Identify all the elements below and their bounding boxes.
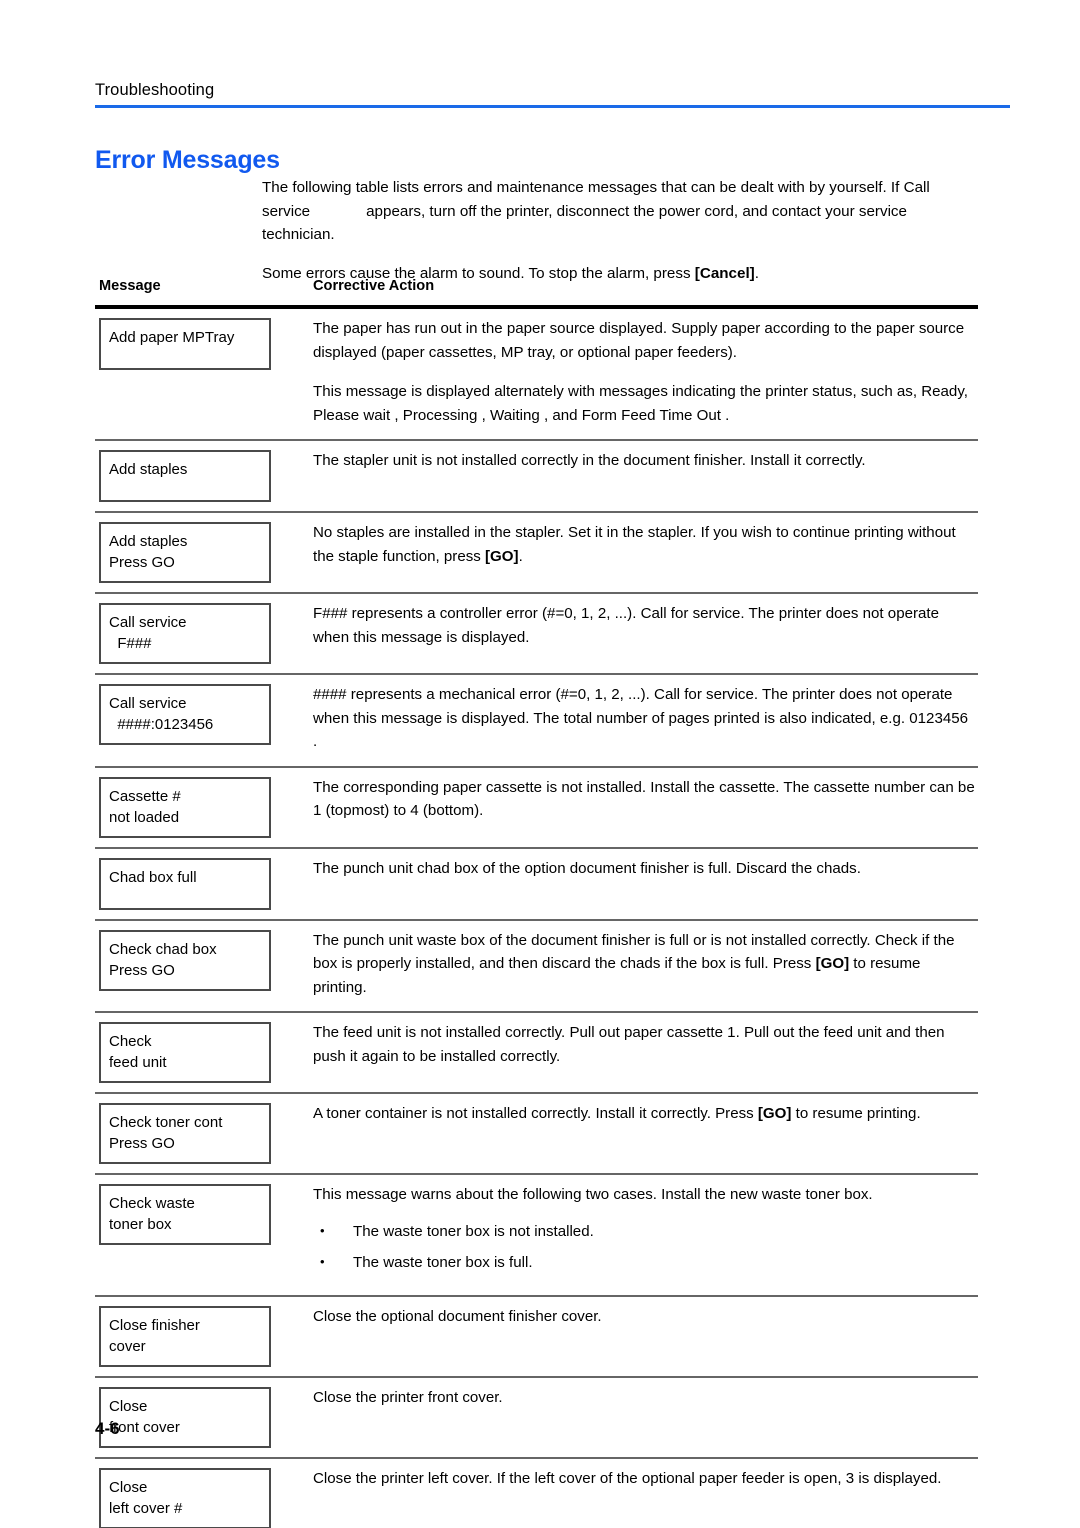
document-page: Troubleshooting Error Messages The follo… — [0, 0, 1080, 1528]
table-row: Close front cover Close the printer fron… — [95, 1376, 978, 1459]
action-paragraph: The feed unit is not installed correctly… — [313, 1024, 945, 1065]
lcd-display-panel: Cassette # not loaded — [99, 776, 271, 838]
header-rule — [95, 105, 1010, 108]
message-cell: Check toner cont Press GO — [95, 1093, 303, 1175]
table-row: Close finisher cover Close the optional … — [95, 1295, 978, 1378]
table-row: Chad box full The punch unit chad box of… — [95, 847, 978, 921]
go-key-label: [GO] — [815, 955, 850, 972]
action-paragraph: A toner container is not installed corre… — [313, 1102, 976, 1126]
action-paragraph: Close the optional document finisher cov… — [313, 1307, 602, 1325]
column-header-corrective-action: Corrective Action — [303, 278, 978, 309]
page-title: Error Messages — [95, 145, 280, 174]
action-paragraph: The corresponding paper cassette is not … — [313, 778, 975, 820]
action-paragraph: This message is displayed alternately wi… — [313, 383, 968, 424]
column-header-message: Message — [95, 278, 303, 309]
action-text-pre: A toner container is not installed corre… — [313, 1105, 758, 1122]
table-header-row: Message Corrective Action — [95, 278, 978, 309]
intro-block: The following table lists errors and mai… — [262, 176, 978, 285]
list-item: The waste toner box is not installed. — [313, 1219, 976, 1244]
table-row: Call service ####:0123456 #### represent… — [95, 674, 978, 768]
page-number: 4-6 — [95, 1419, 120, 1438]
table-row: Close left cover # Close the printer lef… — [95, 1457, 978, 1528]
lcd-display-panel: Add staples — [99, 450, 271, 502]
corrective-action-cell: This message warns about the following t… — [303, 1174, 978, 1297]
lcd-display-panel: Check toner cont Press GO — [99, 1103, 271, 1164]
message-cell: Add staples — [95, 440, 303, 513]
message-cell: Add staples Press GO — [95, 512, 303, 594]
intro-text-c: appears, turn off the printer, disconnec… — [262, 202, 907, 244]
message-cell: Chad box full — [95, 847, 303, 921]
running-header: Troubleshooting — [95, 80, 1010, 108]
go-key-label: [GO] — [485, 547, 519, 565]
corrective-action-cell: #### represents a mechanical error (#=0,… — [303, 674, 978, 768]
table-row: Call service F### F### represents a cont… — [95, 593, 978, 675]
lcd-display-panel: Check waste toner box — [99, 1184, 271, 1245]
running-header-title: Troubleshooting — [95, 81, 215, 99]
message-cell: Call service F### — [95, 593, 303, 675]
action-paragraph: Close the printer left cover. If the lef… — [313, 1469, 942, 1487]
table-row: Add staples Press GO No staples are inst… — [95, 512, 978, 594]
message-cell: Check waste toner box — [95, 1174, 303, 1297]
corrective-action-cell: The corresponding paper cassette is not … — [303, 766, 978, 849]
table-row: Cassette # not loaded The corresponding … — [95, 766, 978, 849]
action-text-post: to resume printing. — [791, 1105, 921, 1122]
action-text-pre: No staples are installed in the stapler.… — [313, 524, 956, 565]
action-paragraph: The stapler unit is not installed correc… — [313, 452, 866, 469]
go-key-label: [GO] — [757, 1105, 792, 1122]
corrective-action-cell: The feed unit is not installed correctly… — [303, 1012, 978, 1094]
message-cell: Close front cover — [95, 1376, 303, 1459]
action-paragraph: The punch unit waste box of the document… — [313, 929, 976, 1000]
message-cell: Cassette # not loaded — [95, 766, 303, 849]
lcd-display-panel: Check chad box Press GO — [99, 929, 271, 991]
action-paragraph: #### represents a mechanical error (#=0,… — [313, 686, 969, 750]
corrective-action-cell: The punch unit chad box of the option do… — [303, 847, 978, 921]
lcd-display-panel: Add paper MPTray — [99, 318, 271, 370]
message-cell: Add paper MPTray — [95, 307, 303, 441]
message-cell: Close finisher cover — [95, 1295, 303, 1378]
corrective-action-cell: The paper has run out in the paper sourc… — [303, 307, 978, 441]
corrective-action-cell: No staples are installed in the stapler.… — [303, 512, 978, 594]
message-cell: Call service ####:0123456 — [95, 674, 303, 768]
lcd-display-panel: Chad box full — [99, 857, 271, 910]
action-paragraph: This message warns about the following t… — [313, 1186, 873, 1203]
error-messages-table: Message Corrective Action Add paper MPTr… — [95, 278, 978, 1528]
action-text-post: . — [518, 547, 523, 565]
table-row: Check chad box Press GO The punch unit w… — [95, 919, 978, 1013]
table-body: Add paper MPTray The paper has run out i… — [95, 307, 978, 1528]
lcd-display-panel: Call service F### — [99, 603, 271, 664]
message-cell: Close left cover # — [95, 1457, 303, 1528]
table-row: Add paper MPTray The paper has run out i… — [95, 307, 978, 441]
lcd-display-panel: Call service ####:0123456 — [99, 684, 271, 745]
action-bullet-list: The waste toner box is not installed. Th… — [313, 1219, 976, 1275]
action-paragraph: The punch unit chad box of the option do… — [313, 859, 861, 877]
action-paragraph: Close the printer front cover. — [313, 1388, 503, 1406]
intro-text-a: The following table lists errors and mai… — [262, 179, 900, 196]
error-messages-table-wrapper: Message Corrective Action Add paper MPTr… — [95, 278, 978, 1528]
action-paragraph: F### represents a controller error (#=0,… — [313, 605, 939, 646]
lcd-display-panel: Add staples Press GO — [99, 522, 271, 583]
message-cell: Check chad box Press GO — [95, 919, 303, 1013]
table-row: Check waste toner box This message warns… — [95, 1174, 978, 1297]
action-paragraph: No staples are installed in the stapler.… — [313, 521, 976, 568]
corrective-action-cell: The stapler unit is not installed correc… — [303, 440, 978, 513]
corrective-action-cell: The punch unit waste box of the document… — [303, 919, 978, 1013]
table-head: Message Corrective Action — [95, 278, 978, 309]
lcd-display-panel: Close finisher cover — [99, 1305, 271, 1367]
corrective-action-cell: F### represents a controller error (#=0,… — [303, 593, 978, 675]
table-row: Check feed unit The feed unit is not ins… — [95, 1012, 978, 1094]
intro-paragraph-1: The following table lists errors and mai… — [262, 176, 978, 247]
lcd-display-panel: Close left cover # — [99, 1467, 271, 1528]
message-cell: Check feed unit — [95, 1012, 303, 1094]
lcd-display-panel: Close front cover — [99, 1386, 271, 1448]
corrective-action-cell: Close the printer front cover. — [303, 1376, 978, 1459]
corrective-action-cell: A toner container is not installed corre… — [303, 1093, 978, 1175]
table-row: Add staples The stapler unit is not inst… — [95, 440, 978, 513]
action-paragraph: The paper has run out in the paper sourc… — [313, 320, 965, 361]
table-row: Check toner cont Press GO A toner contai… — [95, 1093, 978, 1175]
list-item: The waste toner box is full. — [313, 1250, 976, 1275]
lcd-display-panel: Check feed unit — [99, 1022, 271, 1083]
corrective-action-cell: Close the optional document finisher cov… — [303, 1295, 978, 1378]
corrective-action-cell: Close the printer left cover. If the lef… — [303, 1457, 978, 1528]
